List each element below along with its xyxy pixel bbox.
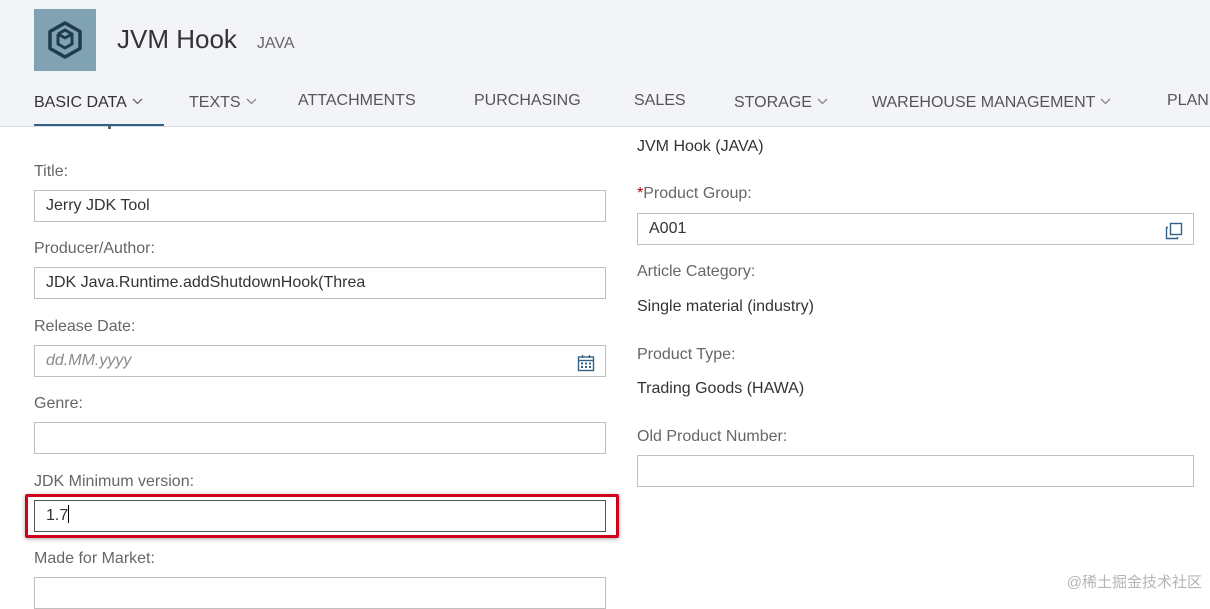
tab-label: BASIC DATA <box>34 94 127 111</box>
tab-label: STORAGE <box>734 94 812 111</box>
product-name: JVM Hook (JAVA) <box>637 138 764 156</box>
product-type-value: Trading Goods (HAWA) <box>637 380 804 398</box>
product-type-label: Product Type: <box>637 346 735 364</box>
tab-label: TEXTS <box>189 94 241 111</box>
tab-label: WAREHOUSE MANAGEMENT <box>872 94 1095 111</box>
tab-label: SALES <box>634 92 686 109</box>
producer-label: Producer/Author: <box>34 240 155 258</box>
jdk-minimum-version-label: JDK Minimum version: <box>34 473 194 491</box>
old-product-number-input[interactable] <box>637 455 1194 487</box>
genre-input[interactable] <box>34 422 606 454</box>
product-group-label-text: Product Group: <box>643 185 752 202</box>
producer-input[interactable]: JDK Java.Runtime.addShutdownHook(Threa <box>34 267 606 299</box>
scroll-tick <box>108 126 111 129</box>
tab-purchasing[interactable]: PURCHASING <box>474 92 581 126</box>
made-for-market-input[interactable] <box>34 577 606 609</box>
tab-storage[interactable]: STORAGE <box>734 92 828 126</box>
product-group-label: *Product Group: <box>637 185 752 203</box>
page-title: JVM Hook <box>117 24 237 55</box>
highlight-box <box>25 494 619 538</box>
page-subtitle: JAVA <box>257 35 295 53</box>
chevron-down-icon <box>132 92 143 110</box>
title-input[interactable]: Jerry JDK Tool <box>34 190 606 222</box>
old-product-number-label: Old Product Number: <box>637 428 787 446</box>
product-group-value: A001 <box>649 220 686 237</box>
object-header: JVM Hook JAVA BASIC DATA TEXTS ATTACHMEN… <box>0 0 1210 127</box>
tab-warehouse-management[interactable]: WAREHOUSE MANAGEMENT <box>872 92 1111 126</box>
value-help-icon[interactable] <box>1165 221 1183 239</box>
chevron-down-icon <box>1100 92 1111 110</box>
tab-label: ATTACHMENTS <box>298 92 416 109</box>
tab-label: PURCHASING <box>474 92 581 109</box>
watermark: @稀土掘金技术社区 <box>1067 571 1202 592</box>
tab-sales[interactable]: SALES <box>634 92 686 126</box>
article-category-label: Article Category: <box>637 263 755 281</box>
release-date-placeholder: dd.MM.yyyy <box>46 352 131 369</box>
chevron-down-icon <box>246 92 257 110</box>
tab-basic-data[interactable]: BASIC DATA <box>34 92 164 126</box>
genre-label: Genre: <box>34 395 83 413</box>
release-date-label: Release Date: <box>34 318 135 336</box>
title-row: JVM Hook JAVA <box>117 24 295 55</box>
title-label: Title: <box>34 163 68 181</box>
calendar-icon[interactable] <box>577 353 595 371</box>
tab-bar: BASIC DATA TEXTS ATTACHMENTS PURCHASING … <box>0 92 1210 126</box>
release-date-input[interactable]: dd.MM.yyyy <box>34 345 606 377</box>
title-input-value: Jerry JDK Tool <box>46 197 150 214</box>
tab-planning[interactable]: PLAN <box>1167 92 1210 126</box>
made-for-market-label: Made for Market: <box>34 550 155 568</box>
article-category-value: Single material (industry) <box>637 298 814 316</box>
tab-texts[interactable]: TEXTS <box>189 92 257 126</box>
chevron-down-icon <box>817 92 828 110</box>
box-icon <box>34 9 96 71</box>
product-group-input[interactable]: A001 <box>637 213 1194 245</box>
tab-label: PLAN <box>1167 92 1209 109</box>
tab-attachments[interactable]: ATTACHMENTS <box>298 92 416 126</box>
producer-input-value: JDK Java.Runtime.addShutdownHook(Threa <box>46 274 365 291</box>
